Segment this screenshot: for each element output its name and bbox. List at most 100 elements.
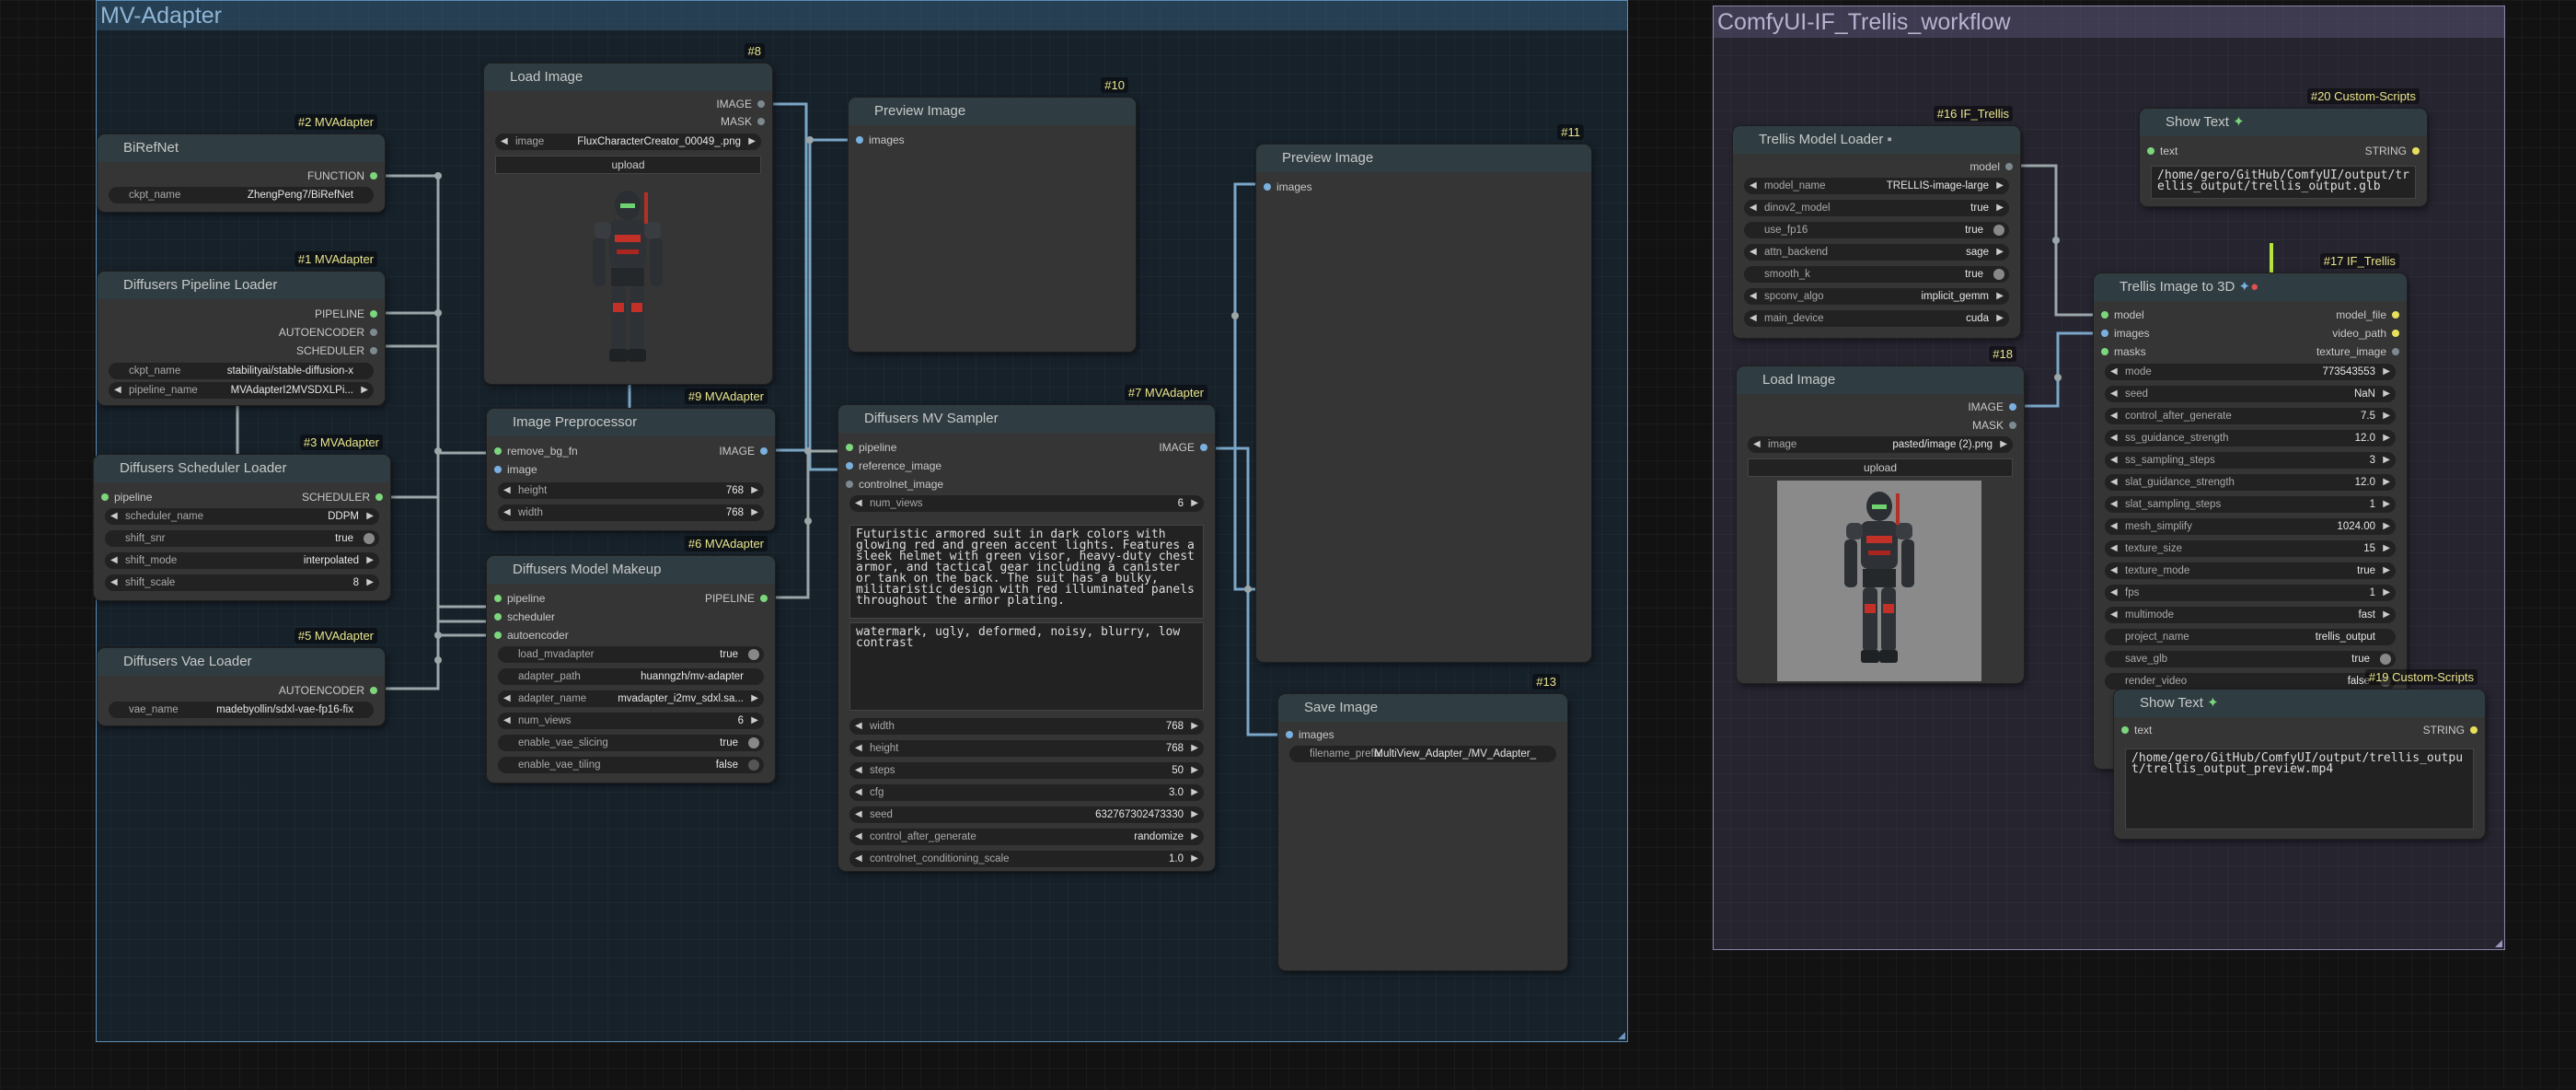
node-title[interactable]: Diffusers Scheduler Loader [94, 455, 390, 482]
slot-dot[interactable] [2147, 147, 2154, 155]
arrow-right-icon[interactable]: ▶ [2383, 474, 2390, 491]
slot-dot[interactable] [375, 493, 383, 501]
node-title[interactable]: Image Preprocessor [487, 409, 775, 436]
arrow-left-icon[interactable]: ◀ [1750, 178, 1757, 194]
widget-load-mvadapter[interactable]: load_mvadapter true [498, 646, 764, 663]
widget-shift-scale[interactable]: ◀ shift_scale 8 ▶ [105, 574, 379, 591]
node-show-text-19[interactable]: #19 Custom-Scripts Show Text ✦ text STRI… [2114, 669, 2485, 839]
arrow-right-icon[interactable]: ▶ [2383, 452, 2390, 469]
node-trellis-model-loader[interactable]: #16 IF_Trellis Trellis Model Loader ▪ mo… [1733, 106, 2020, 338]
output-slot-model-file[interactable]: model_file [2336, 307, 2407, 322]
widget-enable-vae-tiling[interactable]: enable_vae_tiling false [498, 757, 764, 773]
show-text-output[interactable]: /home/gero/GitHub/ComfyUI/output/trellis… [2125, 748, 2474, 829]
arrow-left-icon[interactable]: ◀ [2110, 474, 2118, 491]
arrow-left-icon[interactable]: ◀ [1750, 288, 1757, 305]
slot-dot[interactable] [494, 447, 502, 455]
arrow-right-icon[interactable]: ▶ [2383, 607, 2390, 623]
output-slot-image[interactable]: IMAGE [1968, 400, 2024, 414]
input-slot-pipeline[interactable]: pipeline [94, 490, 152, 504]
widget-model-name[interactable]: ◀ model_name TRELLIS-image-large ▶ [1744, 178, 2009, 194]
node-title[interactable]: Trellis Model Loader ▪ [1733, 126, 2020, 154]
output-slot-scheduler[interactable]: SCHEDULER [302, 490, 390, 504]
output-slot-string[interactable]: STRING [2365, 144, 2427, 158]
arrow-left-icon[interactable]: ◀ [503, 713, 511, 729]
widget-use-fp16[interactable]: use_fp16 true [1744, 222, 2009, 238]
arrow-left-icon[interactable]: ◀ [501, 133, 508, 150]
widget-adapter-path[interactable]: adapter_path huanngzh/mv-adapter [498, 668, 764, 685]
node-title[interactable]: Diffusers MV Sampler [838, 405, 1215, 433]
widget-vae-name[interactable]: vae_name madebyollin/sdxl-vae-fp16-fix [109, 702, 374, 718]
widget-control-after-generate[interactable]: ◀ control_after_generate 7.5 ▶ [2105, 408, 2396, 424]
widget-cfg[interactable]: ◀ cfg 3.0 ▶ [849, 784, 1204, 801]
input-slot-scheduler[interactable]: scheduler [487, 609, 555, 624]
arrow-right-icon[interactable]: ▶ [1191, 806, 1198, 823]
input-slot-controlnet-image[interactable]: controlnet_image [838, 477, 943, 492]
arrow-left-icon[interactable]: ◀ [855, 829, 862, 845]
node-load-image[interactable]: #8 Load Image IMAGE MASK ◀ image FluxChara… [484, 43, 772, 384]
output-slot-autoencoder[interactable]: AUTOENCODER [279, 683, 385, 698]
input-slot-remove-bg-fn[interactable]: remove_bg_fn [487, 444, 578, 458]
input-slot-images[interactable]: images [2094, 326, 2150, 341]
arrow-right-icon[interactable]: ▶ [2383, 518, 2390, 535]
output-slot-mask[interactable]: MASK [721, 114, 772, 129]
slot-dot[interactable] [2392, 311, 2399, 319]
slot-dot[interactable] [494, 595, 502, 602]
output-slot-pipeline[interactable]: PIPELINE [705, 591, 775, 606]
slot-dot[interactable] [1200, 444, 1207, 451]
arrow-right-icon[interactable]: ▶ [1996, 244, 2004, 261]
widget-smooth-k[interactable]: smooth_k true [1744, 266, 2009, 283]
arrow-right-icon[interactable]: ▶ [366, 574, 374, 591]
output-slot-image[interactable]: IMAGE [716, 97, 772, 111]
arrow-right-icon[interactable]: ▶ [2000, 436, 2007, 453]
widget-steps[interactable]: ◀ steps 50 ▶ [849, 762, 1204, 779]
upload-button[interactable]: upload [495, 156, 761, 174]
toggle-knob[interactable] [1993, 269, 2004, 280]
arrow-right-icon[interactable]: ▶ [361, 382, 368, 399]
arrow-right-icon[interactable]: ▶ [2383, 496, 2390, 513]
widget-enable-vae-slicing[interactable]: enable_vae_slicing true [498, 735, 764, 751]
output-slot-mask[interactable]: MASK [1972, 418, 2024, 433]
negative-prompt-textarea[interactable]: watermark, ugly, deformed, noisy, blurry… [849, 622, 1204, 711]
arrow-right-icon[interactable]: ▶ [2383, 585, 2390, 601]
node-title[interactable]: Show Text ✦ [2140, 109, 2427, 136]
arrow-left-icon[interactable]: ◀ [2110, 452, 2118, 469]
input-slot-pipeline[interactable]: pipeline [487, 591, 545, 606]
slot-dot[interactable] [370, 687, 377, 694]
output-slot-image[interactable]: IMAGE [719, 444, 775, 458]
slot-dot[interactable] [2009, 422, 2016, 429]
widget-control-after-generate[interactable]: ◀ control_after_generate randomize ▶ [849, 829, 1204, 845]
slot-dot[interactable] [494, 632, 502, 639]
output-slot-function[interactable]: FUNCTION [307, 168, 385, 183]
output-slot-string[interactable]: STRING [2423, 723, 2485, 737]
input-slot-model[interactable]: model [2094, 307, 2144, 322]
arrow-left-icon[interactable]: ◀ [1750, 310, 1757, 327]
output-slot-pipeline[interactable]: PIPELINE [315, 307, 385, 321]
widget-shift-snr[interactable]: shift_snr true [105, 530, 379, 547]
node-birefnet[interactable]: #2 MVAdapter BiRefNet FUNCTION ckpt_name… [98, 114, 385, 212]
node-title[interactable]: Preview Image [1256, 145, 1591, 172]
widget-mesh-simplify[interactable]: ◀ mesh_simplify 1024.00 ▶ [2105, 518, 2396, 535]
input-slot-text[interactable]: text [2114, 723, 2152, 737]
arrow-right-icon[interactable]: ▶ [1996, 288, 2004, 305]
slot-dot[interactable] [2121, 726, 2129, 734]
node-show-text-20[interactable]: #20 Custom-Scripts Show Text ✦ text STRI… [2140, 88, 2427, 206]
arrow-left-icon[interactable]: ◀ [503, 504, 511, 521]
toggle-knob[interactable] [748, 737, 759, 748]
upload-button[interactable]: upload [1748, 458, 2013, 477]
slot-dot[interactable] [370, 172, 377, 180]
node-title[interactable]: Load Image [484, 64, 772, 91]
slot-dot[interactable] [1264, 183, 1271, 191]
slot-dot[interactable] [1286, 731, 1293, 738]
arrow-right-icon[interactable]: ▶ [1191, 829, 1198, 845]
arrow-left-icon[interactable]: ◀ [110, 574, 118, 591]
arrow-left-icon[interactable]: ◀ [2110, 386, 2118, 402]
arrow-left-icon[interactable]: ◀ [2110, 430, 2118, 446]
widget-save-glb[interactable]: save_glb true [2105, 651, 2396, 667]
node-diffusers-mv-sampler[interactable]: #7 MVAdapter Diffusers MV Sampler pipeli… [838, 385, 1215, 871]
arrow-left-icon[interactable]: ◀ [1750, 244, 1757, 261]
widget-ckpt-name[interactable]: ckpt_name stabilityai/stable-diffusion-x [109, 363, 374, 379]
slot-dot[interactable] [101, 493, 109, 501]
toggle-knob[interactable] [2380, 654, 2391, 665]
arrow-right-icon[interactable]: ▶ [2383, 386, 2390, 402]
node-save-image[interactable]: #13 Save Image images filename_prefix Mul… [1278, 674, 1567, 970]
